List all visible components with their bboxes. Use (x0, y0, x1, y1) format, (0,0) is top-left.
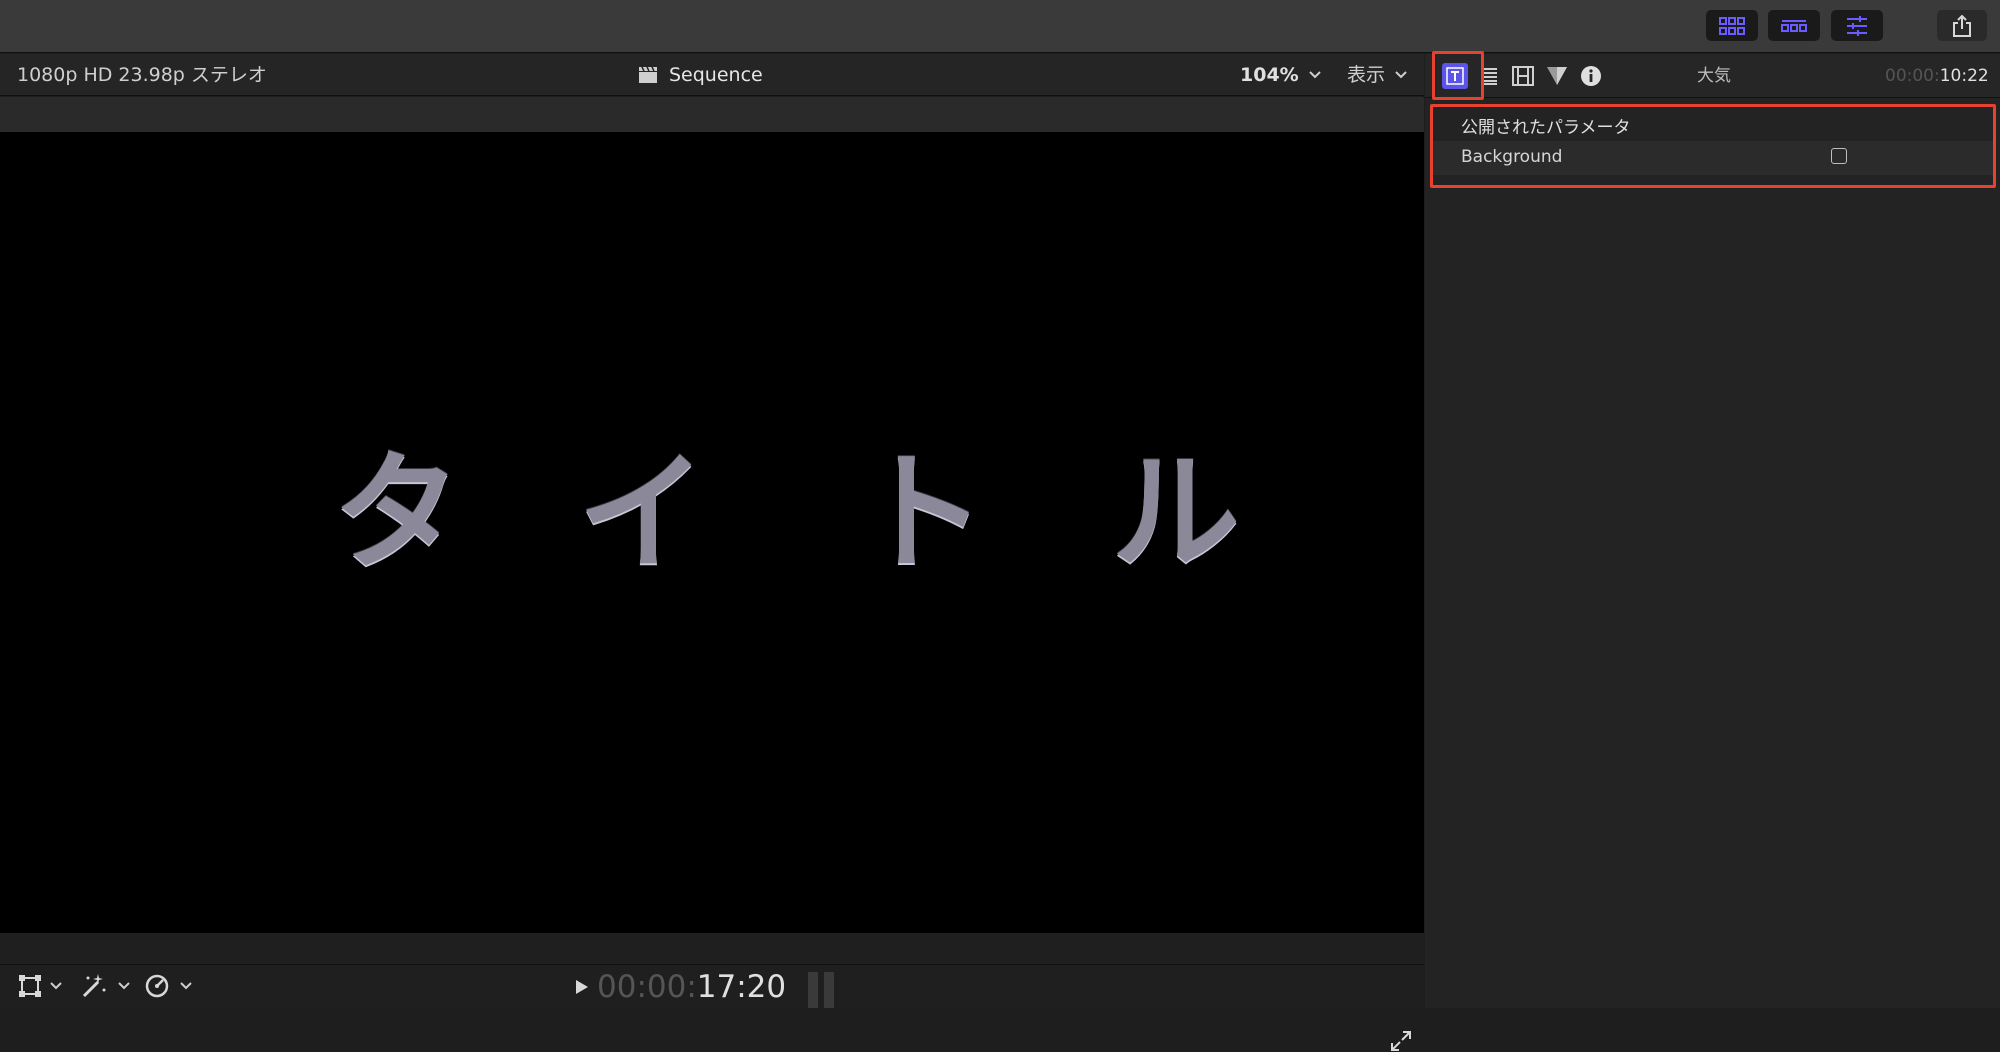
text-tab-highlight (1432, 51, 1484, 100)
tab-info[interactable] (1579, 64, 1603, 88)
info-icon (1580, 65, 1602, 87)
expand-icon (1390, 1030, 1412, 1052)
triangle-icon (1546, 66, 1568, 86)
zoom-label: 104% (1240, 64, 1299, 86)
library-grid-button[interactable] (1706, 10, 1758, 41)
speedometer-icon (144, 973, 170, 999)
audio-meter-icon (807, 972, 837, 1008)
divider (0, 964, 1424, 965)
parameter-row-background[interactable]: Background (1433, 141, 1993, 175)
transform-icon (18, 974, 42, 998)
zoom-popup[interactable]: 104% (1240, 54, 1321, 96)
inspector-sliders-icon (1846, 15, 1868, 37)
viewer-header: 1080p HD 23.98p ステレオ Sequence 104% 表示 (0, 54, 1424, 96)
film-icon (1512, 66, 1534, 86)
inspector-button[interactable] (1831, 10, 1883, 41)
timeline-button[interactable] (1768, 10, 1820, 41)
published-parameters-section: 公開されたパラメータ Background (1430, 104, 1996, 188)
speed-button[interactable] (144, 973, 192, 999)
duration-display: 00:00:10:22 (1885, 54, 1989, 98)
section-label: 公開されたパラメータ (1461, 118, 1631, 138)
timecode-dim: 00:00: (597, 969, 697, 1005)
title-char-1: タ (333, 439, 462, 588)
chevron-down-icon (1395, 71, 1407, 79)
clapper-icon (638, 66, 658, 84)
share-icon (1952, 14, 1972, 38)
timecode-display[interactable]: 00:00:17:20 (597, 967, 786, 1007)
chevron-down-icon (118, 982, 130, 990)
viewer-canvas[interactable]: タ イ ト ル (0, 132, 1424, 933)
inspector-title: 大気 (1697, 66, 1731, 86)
chevron-down-icon (1308, 71, 1321, 79)
fullscreen-button[interactable] (1390, 1030, 1412, 1052)
duration-dim: 00:00: (1885, 66, 1940, 86)
play-icon (575, 979, 589, 995)
view-menu[interactable]: 表示 (1347, 54, 1407, 96)
inspector-header: 大気 00:00:10:22 (1425, 54, 2000, 98)
library-grid-icon (1719, 16, 1745, 35)
transform-button[interactable] (18, 974, 62, 998)
inspector-panel: 大気 00:00:10:22 公開されたパラメータ Background (1425, 54, 2000, 1008)
chevron-down-icon (180, 982, 192, 990)
title-char-2: イ (578, 439, 707, 588)
parameter-name: Background (1461, 147, 1563, 167)
tab-color[interactable] (1545, 64, 1569, 88)
title-char-3: ト (858, 439, 987, 588)
viewer-strip (0, 97, 1424, 132)
magic-wand-icon (80, 972, 108, 1000)
enhance-button[interactable] (80, 972, 130, 1000)
view-menu-label: 表示 (1347, 64, 1386, 86)
viewer: 1080p HD 23.98p ステレオ Sequence 104% 表示 タ … (0, 54, 1424, 1051)
tab-video[interactable] (1511, 64, 1535, 88)
share-button[interactable] (1937, 10, 1987, 41)
duration-bright: 10:22 (1939, 66, 1989, 86)
play-button[interactable] (575, 979, 589, 995)
sequence-name[interactable]: Sequence (669, 54, 763, 96)
chevron-down-icon (50, 982, 62, 990)
top-toolbar (0, 0, 2000, 53)
format-label: 1080p HD 23.98p ステレオ (17, 64, 267, 86)
timecode-bright: 17:20 (696, 969, 787, 1005)
timeline-icon (1781, 19, 1807, 33)
title-char-4: ル (1112, 439, 1241, 588)
background-checkbox[interactable] (1831, 148, 1847, 164)
